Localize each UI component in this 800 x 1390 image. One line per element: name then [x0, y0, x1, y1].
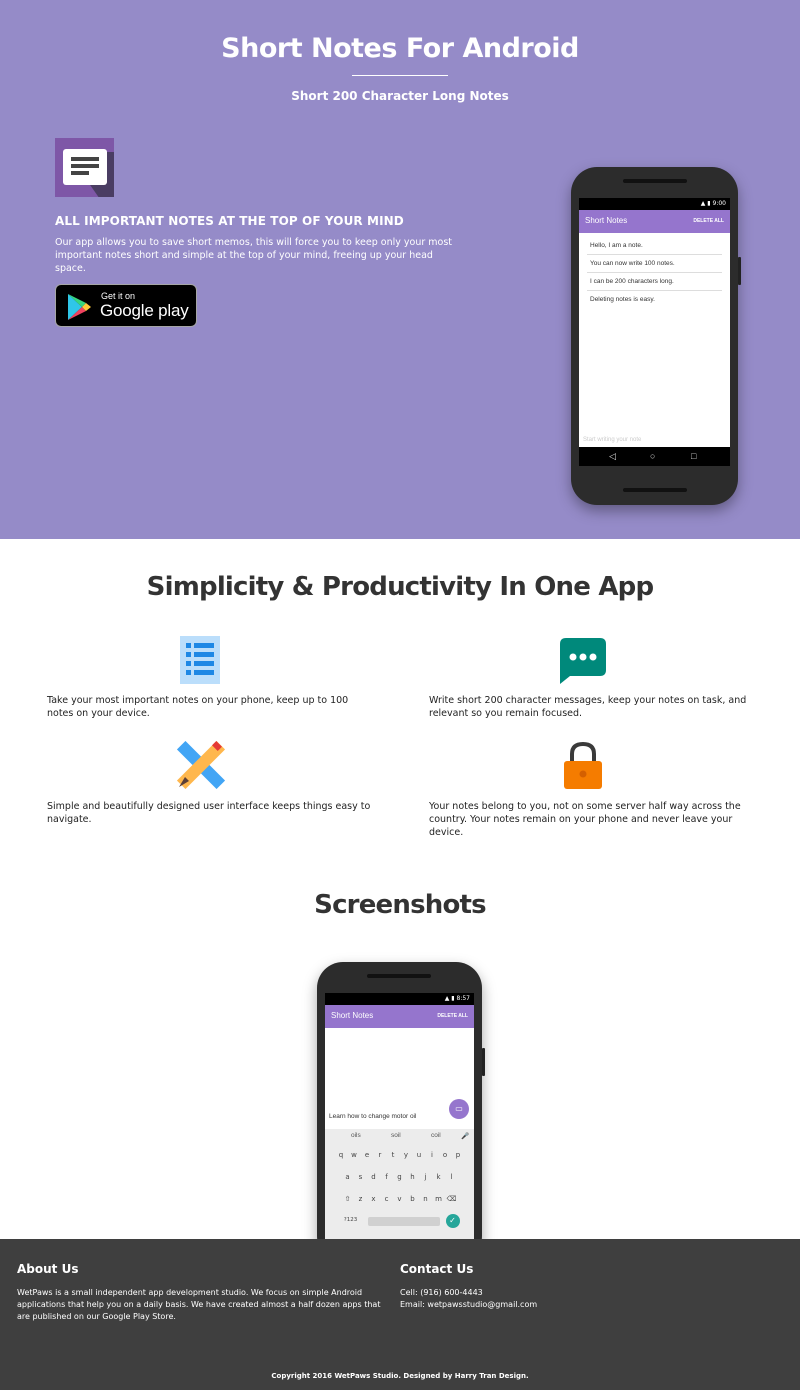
save-fab[interactable]: ▭ — [449, 1099, 469, 1119]
key[interactable]: t — [387, 1151, 400, 1159]
note-item[interactable]: Deleting notes is easy. — [587, 291, 722, 308]
key[interactable]: f — [380, 1173, 393, 1181]
key[interactable]: h — [406, 1173, 419, 1181]
note-input[interactable]: Start writing your note — [583, 437, 641, 443]
hero-heading: ALL IMPORTANT NOTES AT THE TOP OF YOUR M… — [55, 214, 404, 228]
key[interactable]: r — [374, 1151, 387, 1159]
keyboard-row-2: a s d f g h j k l — [325, 1173, 474, 1181]
chat-icon — [560, 638, 606, 684]
shift-icon[interactable]: ⇧ — [341, 1195, 354, 1203]
key[interactable]: q — [335, 1151, 348, 1159]
copyright: Copyright 2016 WetPaws Studio. Designed … — [271, 1372, 529, 1380]
suggestion[interactable]: soil — [391, 1132, 401, 1139]
lock-icon — [564, 741, 602, 789]
note-compose-input[interactable]: Learn how to change motor oil — [329, 1113, 416, 1120]
key[interactable]: p — [452, 1151, 465, 1159]
recents-icon[interactable]: □ — [691, 451, 696, 461]
contact-email[interactable]: Email: wetpawsstudio@gmail.com — [400, 1299, 537, 1311]
notes-app-icon — [55, 138, 114, 197]
key[interactable]: k — [432, 1173, 445, 1181]
about-title: About Us — [17, 1262, 79, 1276]
note-item[interactable]: You can now write 100 notes. — [587, 255, 722, 273]
key[interactable]: y — [400, 1151, 413, 1159]
app-bar: Short Notes DELETE ALL — [325, 1005, 474, 1028]
backspace-icon[interactable]: ⌫ — [445, 1195, 458, 1203]
save-icon: ▭ — [455, 1104, 463, 1113]
key[interactable]: o — [439, 1151, 452, 1159]
delete-all-button[interactable]: DELETE ALL — [437, 1013, 468, 1019]
list-icon — [180, 636, 220, 684]
key[interactable]: l — [445, 1173, 458, 1181]
hero-description: Our app allows you to save short memos, … — [55, 237, 453, 274]
hero-phone-screen: ▲ ▮ 9:00 Short Notes DELETE ALL Hello, I… — [579, 198, 730, 466]
hero-phone: ▲ ▮ 9:00 Short Notes DELETE ALL Hello, I… — [571, 167, 741, 505]
enter-icon[interactable]: ✓ — [445, 1214, 460, 1228]
app-bar: Short Notes DELETE ALL — [579, 210, 730, 233]
screenshots-title: Screenshots — [314, 890, 487, 920]
status-bar: ▲ ▮ 8:57 — [325, 993, 474, 1005]
contact-cell: Cell: (916) 600-4443 — [400, 1288, 483, 1297]
key[interactable]: b — [406, 1195, 419, 1203]
feature-text-privacy: Your notes belong to you, not on some se… — [429, 801, 741, 838]
key[interactable]: j — [419, 1173, 432, 1181]
badge-big-text: Google play — [100, 301, 189, 320]
app-bar-title: Short Notes — [331, 1011, 374, 1020]
note-item[interactable]: I can be 200 characters long. — [587, 273, 722, 291]
home-icon[interactable]: ○ — [650, 451, 655, 461]
about-text: WetPaws is a small independent app devel… — [17, 1288, 381, 1321]
app-bar-title: Short Notes — [585, 216, 628, 225]
symbols-key[interactable]: ?123 — [340, 1217, 362, 1228]
key[interactable]: z — [354, 1195, 367, 1203]
hero-section: Short Notes For Android Short 200 Charac… — [0, 0, 800, 539]
status-bar: ▲ ▮ 9:00 — [579, 198, 730, 210]
key[interactable]: v — [393, 1195, 406, 1203]
key[interactable]: s — [354, 1173, 367, 1181]
key[interactable]: x — [367, 1195, 380, 1203]
suggestion[interactable]: oils — [351, 1132, 361, 1139]
key[interactable]: i — [426, 1151, 439, 1159]
contact-title: Contact Us — [400, 1262, 474, 1276]
feature-text-messages: Write short 200 character messages, keep… — [429, 695, 747, 719]
badge-small-text: Get it on — [101, 291, 136, 301]
back-icon[interactable]: ◁ — [609, 451, 616, 462]
keyboard-row-1: q w e r t y u i o p — [325, 1151, 474, 1159]
google-play-badge[interactable]: Get it on Google play — [55, 284, 197, 327]
features-title: Simplicity & Productivity In One App — [146, 572, 654, 602]
hero-subtitle: Short 200 Character Long Notes — [291, 89, 509, 103]
delete-all-button[interactable]: DELETE ALL — [693, 218, 724, 224]
suggestion[interactable]: coil — [431, 1132, 441, 1139]
feature-text-design: Simple and beautifully designed user int… — [47, 801, 371, 825]
key[interactable]: g — [393, 1173, 406, 1181]
note-item[interactable]: Hello, I am a note. — [587, 237, 722, 255]
nav-bar: ◁ ○ □ — [579, 447, 730, 466]
hero-divider — [352, 75, 448, 76]
keyboard-row-3: ⇧ z x c v b n m ⌫ — [325, 1195, 474, 1203]
key[interactable]: u — [413, 1151, 426, 1159]
screenshot-phone-screen: ▲ ▮ 8:57 Short Notes DELETE ALL Learn ho… — [325, 993, 474, 1240]
space-key[interactable] — [367, 1217, 440, 1226]
key[interactable]: w — [348, 1151, 361, 1159]
key[interactable]: a — [341, 1173, 354, 1181]
key[interactable]: n — [419, 1195, 432, 1203]
footer: About Us WetPaws is a small independent … — [0, 1239, 800, 1390]
key[interactable]: c — [380, 1195, 393, 1203]
hero-title: Short Notes For Android — [221, 33, 579, 64]
feature-text-notes: Take your most important notes on your p… — [47, 695, 349, 719]
mic-icon[interactable]: 🎤 — [461, 1132, 469, 1140]
pencil-ruler-icon — [177, 741, 225, 789]
key[interactable]: m — [432, 1195, 445, 1203]
keyboard-row-4: ?123 ✓ — [325, 1214, 474, 1228]
screenshot-phone: ▲ ▮ 8:57 Short Notes DELETE ALL Learn ho… — [317, 962, 485, 1262]
key[interactable]: e — [361, 1151, 374, 1159]
keyboard: oils soil coil 🎤 q w e r t y u i o p a s… — [325, 1129, 474, 1240]
key[interactable]: d — [367, 1173, 380, 1181]
google-play-icon — [68, 294, 91, 320]
